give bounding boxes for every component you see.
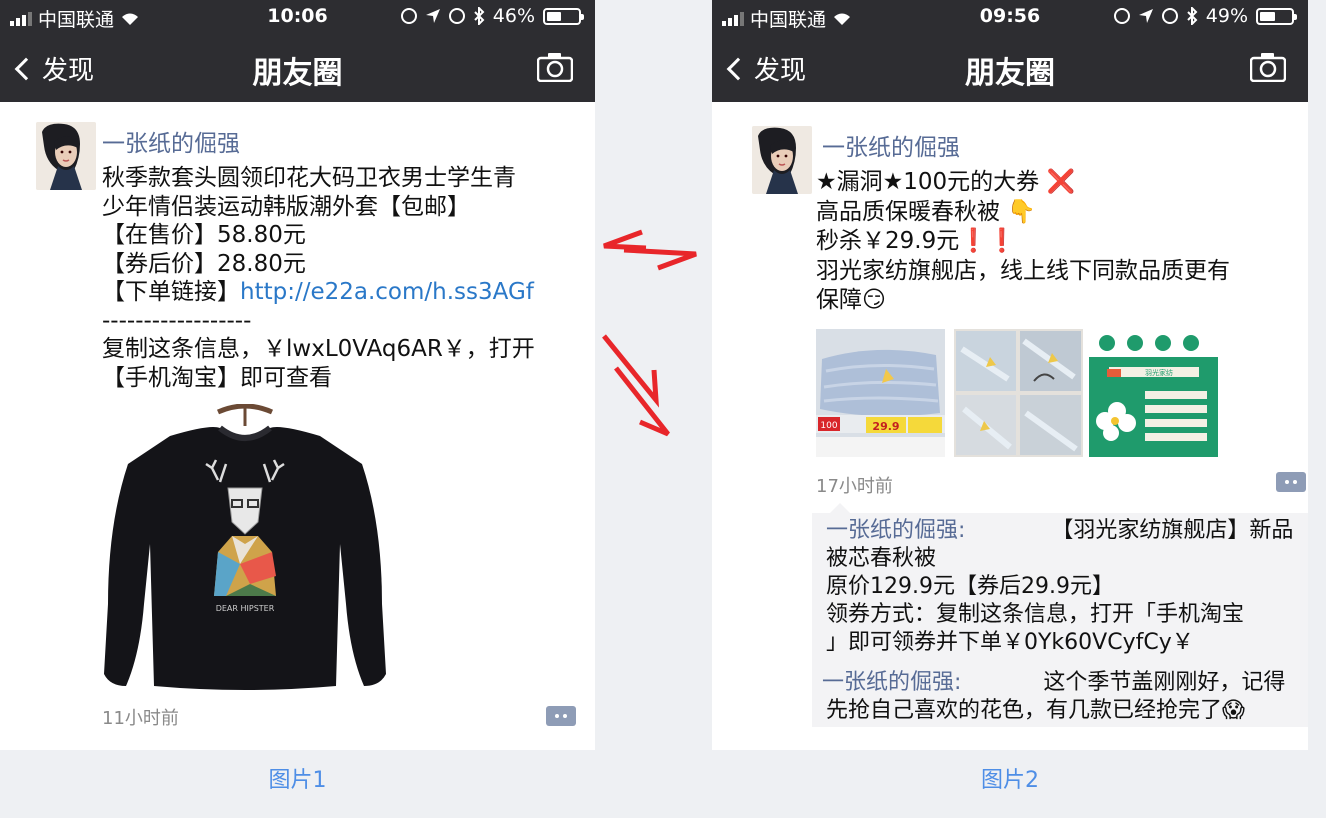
alarm-icon	[1161, 8, 1178, 24]
comment-text: 原价129.9元【券后29.9元】	[826, 574, 1114, 599]
lock-rotation-icon	[1113, 8, 1130, 24]
comment-text: 【羽光家纺旗舰店】新品	[1051, 518, 1294, 543]
screenshot-1: 中国联通 10:06 46% 发现 朋友圈 一张纸的倔强 秋季款套头圆领印花大码…	[0, 0, 595, 750]
print-caption: DEAR HIPSTER	[216, 604, 275, 613]
post-line: 复制这条信息，￥lwxL0VAq6AR￥，打开	[102, 336, 535, 362]
camera-icon[interactable]	[1250, 52, 1286, 82]
thumb-badge: 100	[820, 421, 837, 431]
caption-2: 图片2	[981, 768, 1039, 793]
post-author[interactable]: 一张纸的倔强	[102, 124, 240, 158]
product-image[interactable]: DEAR HIPSTER	[100, 403, 390, 696]
battery-icon	[543, 7, 584, 25]
post-image-3[interactable]: 羽光家纺	[1089, 329, 1218, 457]
battery-percent: 49%	[1205, 5, 1248, 27]
caption-1: 图片1	[268, 768, 327, 793]
comment-text: 先抢自己喜欢的花色，有几款已经抢完了😱	[826, 698, 1245, 723]
thumb-title: 羽光家纺	[1145, 368, 1173, 377]
comparison-arrows	[602, 229, 697, 437]
post-line: 【下单链接】http://e22a.com/h.ss3AGf	[102, 278, 535, 307]
post-image-1[interactable]: 100 29.9	[816, 329, 945, 457]
comment-author[interactable]: 一张纸的倔强:	[826, 518, 965, 543]
post-line: 【在售价】58.80元	[102, 222, 306, 248]
post-line: ★漏洞★100元的大券 ❌	[816, 169, 1076, 195]
avatar[interactable]	[36, 122, 96, 190]
post-image-2[interactable]	[954, 329, 1083, 457]
swap-arrow-icon	[603, 229, 697, 271]
comment-author[interactable]: 一张纸的倔强:	[822, 670, 961, 695]
status-bar: 中国联通 09:56 49%	[712, 0, 1308, 34]
swap-diagonal-arrow-icon	[602, 334, 670, 437]
thumb-price: 29.9	[872, 420, 899, 433]
comment-text: 领券方式：复制这条信息，打开「手机淘宝	[826, 602, 1245, 627]
bluetooth-icon	[474, 7, 485, 25]
location-icon	[425, 9, 440, 23]
comment-item[interactable]: 一张纸的倔强: 这个季节盖刚刚好，记得	[822, 669, 1285, 698]
status-bar: 中国联通 10:06 46%	[0, 0, 595, 34]
comment-section: 一张纸的倔强: 【羽光家纺旗舰店】新品 被芯春秋被 原价129.9元【券后29.9…	[812, 503, 1308, 727]
comment-text: 被芯春秋被	[826, 546, 937, 571]
nav-bar: 发现 朋友圈	[712, 34, 1308, 102]
post-line: 少年情侣装运动韩版潮外套【包邮】	[102, 193, 470, 220]
location-icon	[1138, 9, 1153, 23]
post-line: 保障😏	[816, 287, 886, 313]
post-line: 秋季款套头圆领印花大码卫衣男士学生青	[102, 165, 516, 191]
top-bar: 中国联通 10:06 46% 发现 朋友圈	[0, 0, 595, 102]
post-divider: ------------------	[102, 307, 252, 334]
comment-icon[interactable]	[1276, 472, 1306, 492]
post-body: 秋季款套头圆领印花大码卫衣男士学生青 少年情侣装运动韩版潮外套【包邮】 【在售价…	[102, 164, 535, 392]
lock-rotation-icon	[400, 8, 417, 24]
post-line: 高品质保暖春秋被 👇	[816, 198, 1036, 225]
battery-percent: 46%	[492, 5, 535, 27]
comment-text: 这个季节盖刚刚好，记得	[1043, 670, 1286, 695]
post-line: 秒杀￥29.9元❗❗	[816, 228, 1017, 254]
page-title: 朋友圈	[252, 56, 343, 91]
comment-icon[interactable]	[546, 706, 576, 726]
battery-icon	[1256, 7, 1297, 25]
comment-item[interactable]: 一张纸的倔强: 【羽光家纺旗舰店】新品	[826, 517, 1293, 546]
nav-bar: 发现 朋友圈	[0, 34, 595, 102]
avatar[interactable]	[752, 126, 812, 194]
bluetooth-icon	[1187, 7, 1198, 25]
top-bar: 中国联通 09:56 49% 发现 朋友圈	[712, 0, 1308, 102]
post-time: 17小时前	[816, 476, 893, 497]
page-title: 朋友圈	[965, 56, 1055, 91]
post-line: 【手机淘宝】即可查看	[102, 364, 332, 391]
post-author[interactable]: 一张纸的倔强	[822, 128, 960, 162]
post-body: ★漏洞★100元的大券 ❌ 高品质保暖春秋被 👇 秒杀￥29.9元❗❗ 羽光家纺…	[816, 168, 1230, 316]
comment-text: 」即可领券并下单￥0Yk60VCyfCy￥	[826, 630, 1194, 655]
order-link[interactable]: http://e22a.com/h.ss3AGf	[240, 279, 534, 305]
post-time: 11小时前	[102, 708, 179, 729]
camera-icon[interactable]	[537, 52, 573, 82]
alarm-icon	[448, 8, 465, 24]
post-line: 羽光家纺旗舰店，线上线下同款品质更有	[816, 257, 1230, 284]
link-prefix: 【下单链接】	[102, 279, 240, 305]
post-line: 【券后价】28.80元	[102, 250, 306, 277]
